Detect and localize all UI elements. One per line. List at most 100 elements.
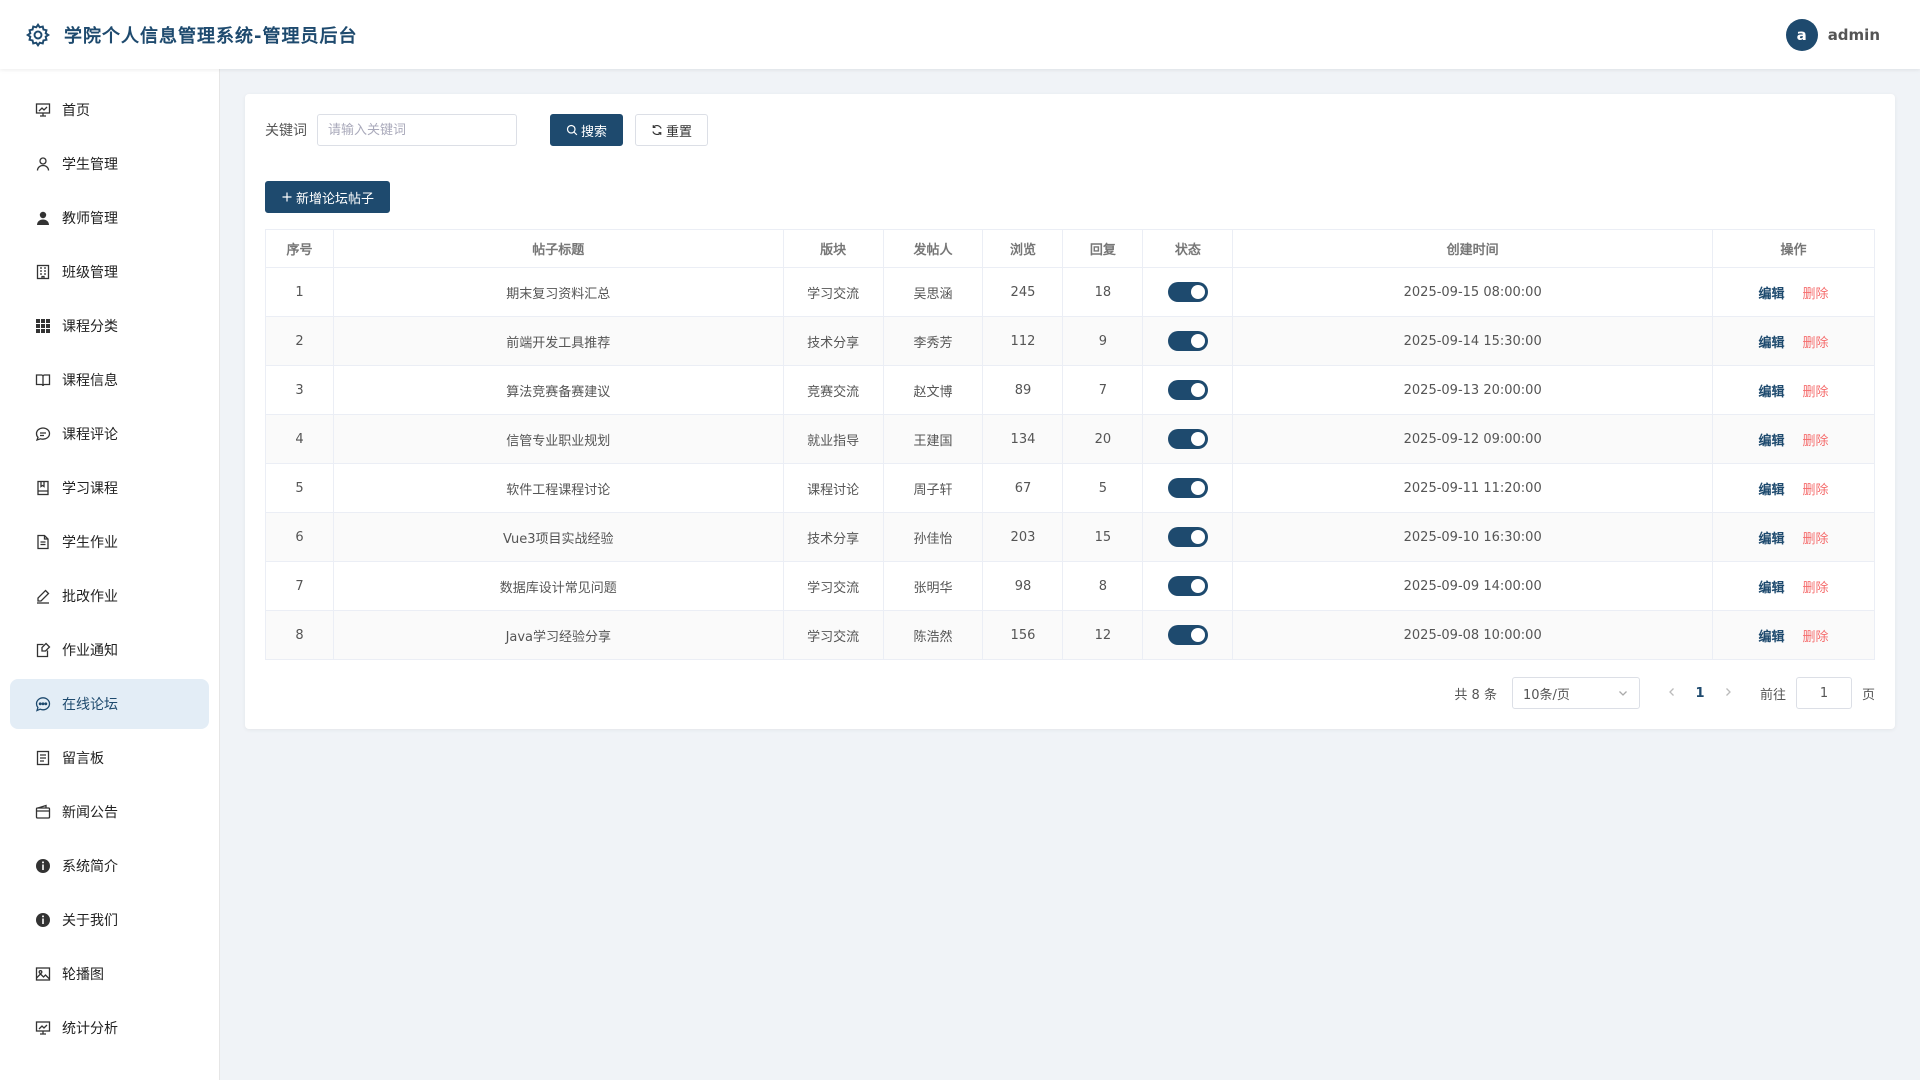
cell-board: 学习交流: [782, 610, 884, 660]
sidebar-item-label: 轮播图: [62, 967, 104, 983]
reset-button-label: 重置: [666, 124, 693, 140]
sidebar-item-12[interactable]: 留言板: [10, 733, 209, 783]
sidebar-item-17[interactable]: 统计分析: [10, 1003, 209, 1053]
sidebar-item-label: 系统简介: [62, 859, 118, 875]
cell-board: 学习交流: [782, 561, 884, 611]
cell-status: [1142, 365, 1234, 415]
refresh-icon: [652, 125, 662, 135]
sidebar-item-label: 学生管理: [62, 157, 118, 173]
sidebar-item-3[interactable]: 班级管理: [10, 247, 209, 297]
edit-button[interactable]: 编辑: [1759, 434, 1785, 449]
cell-title: Vue3项目实战经验: [332, 512, 784, 562]
sidebar-item-10[interactable]: 作业通知: [10, 625, 209, 675]
status-toggle[interactable]: [1167, 527, 1208, 547]
cell-replies: 20: [1062, 414, 1144, 464]
status-toggle[interactable]: [1167, 625, 1208, 645]
status-toggle[interactable]: [1167, 380, 1208, 400]
edit-button[interactable]: 编辑: [1759, 581, 1785, 596]
status-toggle[interactable]: [1167, 282, 1208, 302]
status-toggle[interactable]: [1167, 576, 1208, 596]
cell-created: 2025-09-08 10:00:00: [1232, 610, 1714, 660]
sidebar-item-2[interactable]: 教师管理: [10, 193, 209, 243]
notebook-icon: [34, 479, 52, 497]
sidebar-item-1[interactable]: 学生管理: [10, 139, 209, 189]
delete-button[interactable]: 删除: [1803, 532, 1829, 547]
page-suffix: 页: [1861, 687, 1875, 703]
sidebar-item-9[interactable]: 批改作业: [10, 571, 209, 621]
column-header-author: 发帖人: [882, 229, 984, 268]
edit-button[interactable]: 编辑: [1759, 385, 1785, 400]
sidebar-item-15[interactable]: 关于我们: [10, 895, 209, 945]
cell-views: 203: [982, 512, 1064, 562]
cell-views: 98: [982, 561, 1064, 611]
sidebar-item-16[interactable]: 轮播图: [10, 949, 209, 999]
keyword-input[interactable]: [317, 114, 517, 146]
delete-button[interactable]: 删除: [1803, 630, 1829, 645]
delete-button[interactable]: 删除: [1803, 483, 1829, 498]
pagination: 共 8 条 10条/页 1 前往 页: [1454, 677, 1875, 709]
cell-board: 技术分享: [782, 512, 884, 562]
table-row: 4 信管专业职业规划 就业指导 王建国 134 20 2025-09-12 09:00:00…: [265, 414, 1875, 464]
sidebar-item-7[interactable]: 学习课程: [10, 463, 209, 513]
cell-replies: 5: [1062, 463, 1144, 513]
cell-views: 245: [982, 267, 1064, 317]
book-icon: [34, 371, 52, 389]
table-row: 8 Java学习经验分享 学习交流 陈浩然 156 12 2025-09-08 10:00:…: [265, 610, 1875, 660]
user-menu[interactable]: a admin: [1785, 19, 1880, 51]
cell-title: 数据库设计常见问题: [332, 561, 784, 611]
chevron-left-icon: [1669, 687, 1674, 696]
status-toggle[interactable]: [1167, 429, 1208, 449]
delete-button[interactable]: 删除: [1803, 385, 1829, 400]
edit-button[interactable]: 编辑: [1759, 287, 1785, 302]
username[interactable]: admin: [1828, 26, 1880, 44]
avatar[interactable]: a: [1785, 19, 1818, 51]
edit-button[interactable]: 编辑: [1759, 630, 1785, 645]
next-page-button[interactable]: [1716, 686, 1740, 701]
pen-icon: [34, 587, 52, 605]
prev-page-button[interactable]: [1660, 686, 1684, 701]
reset-button[interactable]: 重置: [635, 114, 709, 146]
delete-button[interactable]: 删除: [1803, 336, 1829, 351]
info-icon: [34, 911, 52, 929]
chat-bubble-icon: [34, 425, 52, 443]
document-icon: [34, 533, 52, 551]
sidebar-item-5[interactable]: 课程信息: [10, 355, 209, 405]
table-row: 5 软件工程课程讨论 课程讨论 周子轩 67 5 2025-09-11 11:20:00 编辑…: [265, 463, 1875, 513]
cell-title: 信管专业职业规划: [332, 414, 784, 464]
status-toggle[interactable]: [1167, 478, 1208, 498]
page-size-select[interactable]: 10条/页: [1511, 677, 1640, 709]
sidebar-item-13[interactable]: 新闻公告: [10, 787, 209, 837]
search-button[interactable]: 搜索: [550, 114, 624, 146]
sidebar-item-0[interactable]: 首页: [10, 85, 209, 135]
cell-replies: 12: [1062, 610, 1144, 660]
status-toggle[interactable]: [1167, 331, 1208, 351]
cell-no: 1: [265, 267, 334, 317]
sidebar-item-4[interactable]: 课程分类: [10, 301, 209, 351]
cell-board: 课程讨论: [782, 463, 884, 513]
delete-button[interactable]: 删除: [1803, 581, 1829, 596]
cell-title: Java学习经验分享: [332, 610, 784, 660]
cell-board: 技术分享: [782, 316, 884, 366]
user-outline-icon: [34, 155, 52, 173]
edit-button[interactable]: 编辑: [1759, 336, 1785, 351]
add-post-button[interactable]: 新增论坛帖子: [265, 181, 391, 213]
edit-button[interactable]: 编辑: [1759, 532, 1785, 547]
cell-no: 5: [265, 463, 334, 513]
sidebar-item-label: 班级管理: [62, 265, 118, 281]
page-number-current[interactable]: 1: [1684, 686, 1716, 701]
search-bar: 关键词 搜索 重置: [265, 114, 709, 146]
delete-button[interactable]: 删除: [1803, 434, 1829, 449]
edit-button[interactable]: 编辑: [1759, 483, 1785, 498]
chevron-down-icon: [1619, 691, 1627, 696]
delete-button[interactable]: 删除: [1803, 287, 1829, 302]
sidebar-item-11[interactable]: 在线论坛: [10, 679, 209, 729]
cell-actions: 编辑 删除: [1712, 414, 1875, 464]
sidebar-item-6[interactable]: 课程评论: [10, 409, 209, 459]
cell-no: 7: [265, 561, 334, 611]
wallet-icon: [34, 803, 52, 821]
sidebar-item-14[interactable]: 系统简介: [10, 841, 209, 891]
sidebar-item-8[interactable]: 学生作业: [10, 517, 209, 567]
cell-author: 赵文博: [882, 365, 984, 415]
page-size-value: 10条/页: [1522, 687, 1570, 703]
goto-page-input[interactable]: [1795, 677, 1852, 709]
